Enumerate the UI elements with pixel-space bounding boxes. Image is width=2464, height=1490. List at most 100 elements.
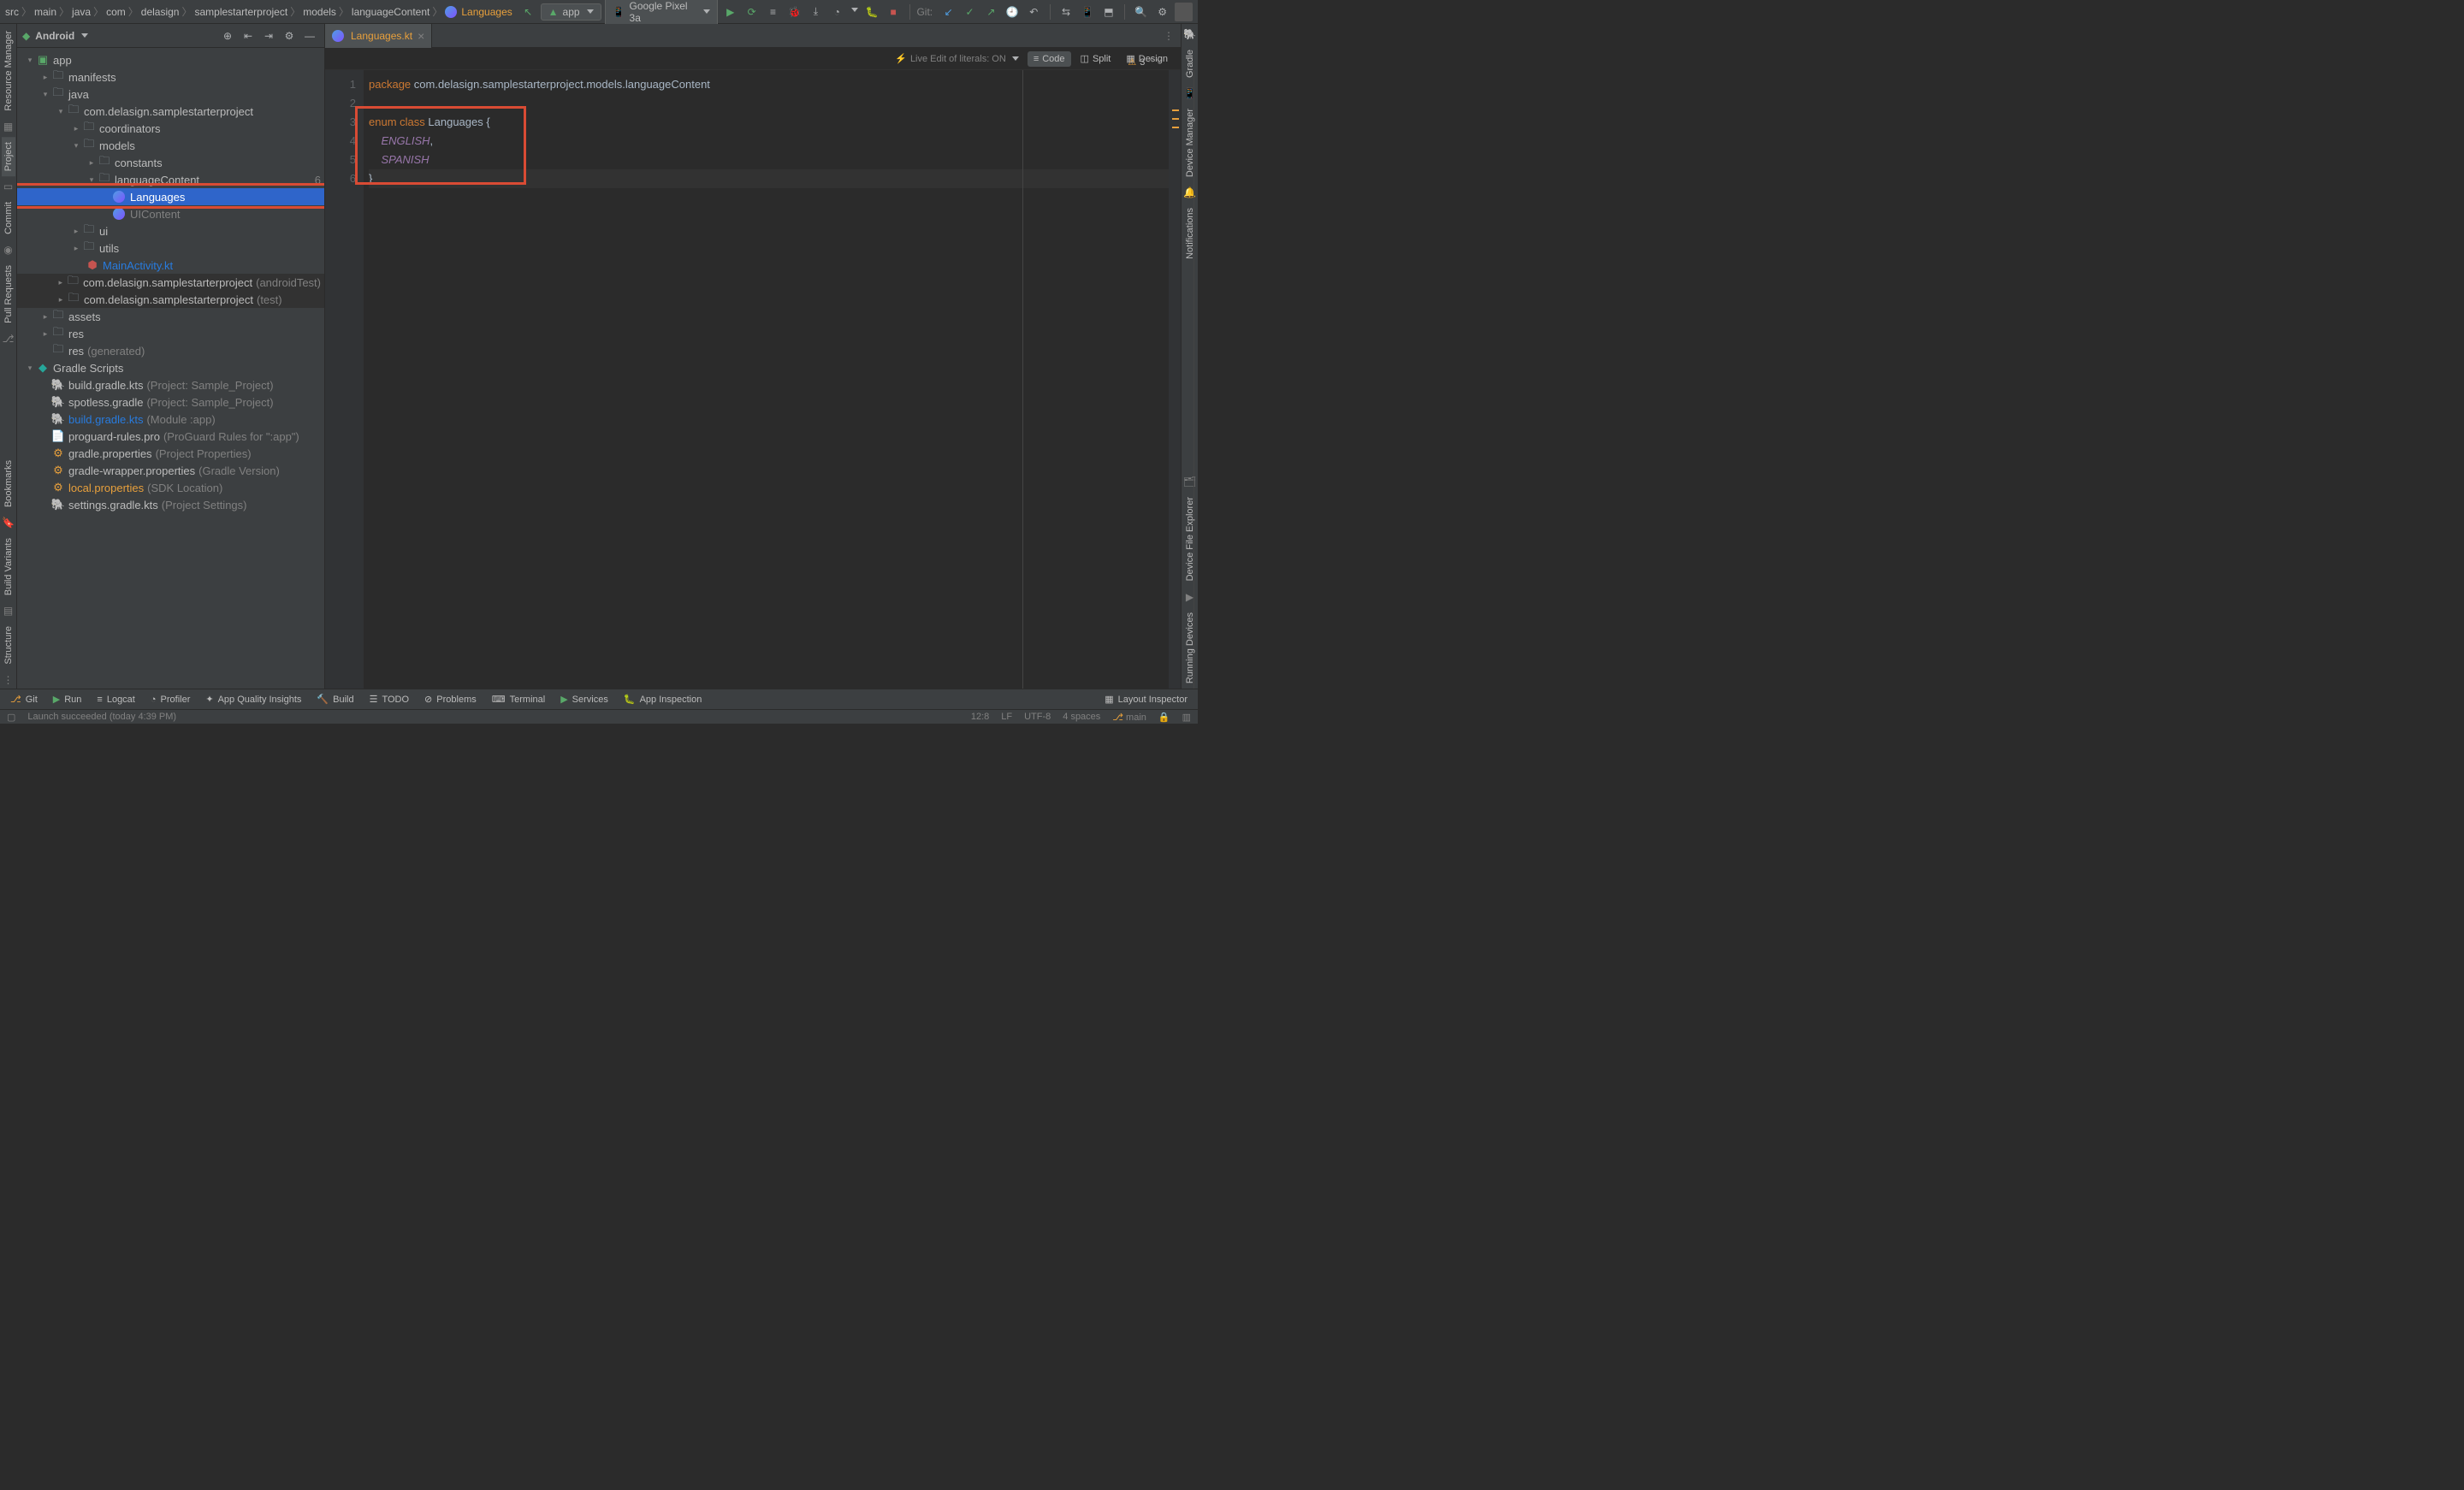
indent-config[interactable]: 4 spaces bbox=[1063, 712, 1100, 722]
code-editor[interactable]: package com.delasign.samplestarterprojec… bbox=[364, 70, 1169, 689]
undo-button[interactable]: ↶ bbox=[1025, 3, 1043, 21]
chevron-down-icon[interactable]: ˅ bbox=[1157, 53, 1162, 72]
gradle-icon[interactable]: 🐘 bbox=[1184, 28, 1196, 40]
tree-languagecontent[interactable]: ▾🗀languageContent6 bbox=[17, 171, 324, 188]
view-mode-code[interactable]: ≡Code bbox=[1028, 51, 1071, 67]
crumb-main[interactable]: main bbox=[34, 6, 56, 18]
crumb-delasign[interactable]: delasign bbox=[141, 6, 180, 18]
rail-bookmarks[interactable]: Bookmarks bbox=[2, 455, 15, 512]
crumb-java[interactable]: java bbox=[72, 6, 91, 18]
rail-resource-manager[interactable]: Resource Manager bbox=[2, 26, 15, 116]
view-mode-split[interactable]: ◫Split bbox=[1075, 50, 1117, 67]
bottom-terminal[interactable]: ⌨Terminal bbox=[485, 689, 552, 709]
device-selector[interactable]: 📱 Google Pixel 3a bbox=[605, 0, 719, 27]
crumb-models[interactable]: models bbox=[303, 6, 336, 18]
profile-button[interactable]: ◔ bbox=[828, 3, 846, 21]
rail-device-manager[interactable]: Device Manager bbox=[1183, 103, 1197, 182]
warn-mark[interactable] bbox=[1172, 109, 1179, 111]
rail-pull-requests[interactable]: Pull Requests bbox=[2, 260, 15, 328]
problems-indicator[interactable]: ⚠ 3 ^ ˅ bbox=[1128, 53, 1162, 72]
device-icon[interactable]: 📱 bbox=[1079, 3, 1097, 21]
crumb-com[interactable]: com bbox=[106, 6, 126, 18]
tree-pkg-main[interactable]: ▾🗀com.delasign.samplestarterproject bbox=[17, 103, 324, 120]
tree-build-gradle-proj[interactable]: 🐘build.gradle.kts(Project: Sample_Projec… bbox=[17, 376, 324, 393]
target-icon[interactable]: ⊕ bbox=[218, 27, 237, 45]
caret-position[interactable]: 12:8 bbox=[971, 712, 989, 722]
bottom-layout-inspector[interactable]: ▦Layout Inspector bbox=[1098, 689, 1194, 709]
tree-manifests[interactable]: ▸🗀manifests bbox=[17, 68, 324, 86]
rail-device-file-explorer[interactable]: Device File Explorer bbox=[1183, 492, 1197, 586]
tree-ui[interactable]: ▸🗀ui bbox=[17, 222, 324, 239]
rail-notifications[interactable]: Notifications bbox=[1183, 203, 1197, 264]
tree-pkg-androidtest[interactable]: ▸🗀com.delasign.samplestarterproject(andr… bbox=[17, 274, 324, 291]
rerun-button[interactable]: ⟳ bbox=[743, 3, 761, 21]
tree-wrapper-props[interactable]: ⚙gradle-wrapper.properties(Gradle Versio… bbox=[17, 462, 324, 479]
tree-gradle-scripts[interactable]: ▾◆Gradle Scripts bbox=[17, 359, 324, 376]
warn-mark[interactable] bbox=[1172, 127, 1179, 128]
sync-gradle-button[interactable]: ⇆ bbox=[1057, 3, 1075, 21]
variants-icon[interactable]: ▤ bbox=[3, 605, 15, 617]
tool-window-icon[interactable]: ▢ bbox=[7, 712, 15, 723]
back-arrow-icon[interactable]: ↖ bbox=[519, 3, 537, 21]
profile-dropdown-icon[interactable] bbox=[851, 8, 858, 15]
bottom-git[interactable]: ⎇Git bbox=[3, 689, 44, 709]
bottom-profiler[interactable]: ◔Profiler bbox=[144, 689, 198, 709]
tree-utils[interactable]: ▸🗀utils bbox=[17, 239, 324, 257]
bottom-logcat[interactable]: ≡Logcat bbox=[90, 689, 141, 709]
attach-button[interactable]: 🐛 bbox=[863, 3, 881, 21]
bottom-app-quality[interactable]: ✦App Quality Insights bbox=[198, 689, 308, 709]
stop-button[interactable]: ■ bbox=[885, 3, 903, 21]
tabs-more-icon[interactable]: ⋮ bbox=[1157, 30, 1181, 42]
bottom-build[interactable]: 🔨Build bbox=[310, 689, 360, 709]
gear-icon[interactable]: ⚙ bbox=[280, 27, 299, 45]
crumb-src[interactable]: src bbox=[5, 6, 19, 18]
chevron-down-icon[interactable] bbox=[81, 33, 88, 41]
image-icon[interactable]: ▦ bbox=[3, 121, 15, 133]
line-gutter[interactable]: 1 2 3 4 5 6 bbox=[325, 70, 364, 689]
tree-spotless[interactable]: 🐘spotless.gradle(Project: Sample_Project… bbox=[17, 393, 324, 411]
git-history-button[interactable]: 🕘 bbox=[1004, 3, 1022, 21]
line-ending[interactable]: LF bbox=[1001, 712, 1012, 722]
expand-icon[interactable]: ⇥ bbox=[259, 27, 278, 45]
avatar[interactable] bbox=[1175, 3, 1193, 21]
git-push-button[interactable]: ↗ bbox=[982, 3, 1000, 21]
attach-debugger-button[interactable]: ≡ bbox=[764, 3, 782, 21]
collapse-icon[interactable]: ⇤ bbox=[239, 27, 258, 45]
close-tab-icon[interactable]: × bbox=[418, 29, 424, 43]
tree-assets[interactable]: ▸🗀assets bbox=[17, 308, 324, 325]
run-config-selector[interactable]: ▲ app bbox=[541, 3, 601, 21]
lock-icon[interactable]: 🔒 bbox=[1158, 712, 1170, 723]
tree-app[interactable]: ▾▣app bbox=[17, 51, 324, 68]
live-edit-toggle[interactable]: ⚡ Live Edit of literals: ON bbox=[895, 53, 1019, 64]
tree-models[interactable]: ▾🗀models bbox=[17, 137, 324, 154]
problems-strip[interactable] bbox=[1169, 70, 1181, 689]
crumb-languagecontent[interactable]: languageContent bbox=[352, 6, 429, 18]
tree-res[interactable]: ▸🗀res bbox=[17, 325, 324, 342]
tree-gradle-props[interactable]: ⚙gradle.properties(Project Properties) bbox=[17, 445, 324, 462]
bottom-app-inspection[interactable]: 🐛App Inspection bbox=[617, 689, 708, 709]
run-button[interactable]: ▶ bbox=[721, 3, 739, 21]
coverage-button[interactable]: ⤓ bbox=[807, 3, 825, 21]
tree-languages[interactable]: Languages bbox=[17, 188, 324, 205]
rail-build-variants[interactable]: Build Variants bbox=[2, 533, 15, 600]
rail-project[interactable]: Project bbox=[2, 137, 15, 176]
tree-mainactivity[interactable]: ⬢MainActivity.kt bbox=[17, 257, 324, 274]
bottom-problems[interactable]: ⊘Problems bbox=[418, 689, 483, 709]
search-button[interactable]: 🔍 bbox=[1132, 3, 1150, 21]
settings-button[interactable]: ⚙ bbox=[1153, 3, 1171, 21]
pull-request-icon[interactable]: ⎇ bbox=[3, 333, 15, 345]
tab-languages[interactable]: Languages.kt × bbox=[325, 24, 432, 48]
project-tree[interactable]: ▾▣app ▸🗀manifests ▾🗀java ▾🗀com.delasign.… bbox=[17, 48, 324, 689]
tree-coordinators[interactable]: ▸🗀coordinators bbox=[17, 120, 324, 137]
tree-settings[interactable]: 🐘settings.gradle.kts(Project Settings) bbox=[17, 496, 324, 513]
bottom-services[interactable]: ▶Services bbox=[554, 689, 615, 709]
tree-res-gen[interactable]: 🗀res(generated) bbox=[17, 342, 324, 359]
warn-mark[interactable] bbox=[1172, 118, 1179, 120]
commit-icon[interactable]: ◉ bbox=[3, 244, 15, 256]
hide-panel-icon[interactable]: — bbox=[300, 27, 319, 45]
folder-icon[interactable]: ▭ bbox=[3, 180, 15, 192]
file-encoding[interactable]: UTF-8 bbox=[1024, 712, 1051, 722]
tree-pkg-test[interactable]: ▸🗀com.delasign.samplestarterproject(test… bbox=[17, 291, 324, 308]
git-commit-button[interactable]: ✓ bbox=[961, 3, 979, 21]
rail-running-devices[interactable]: Running Devices bbox=[1183, 607, 1197, 689]
